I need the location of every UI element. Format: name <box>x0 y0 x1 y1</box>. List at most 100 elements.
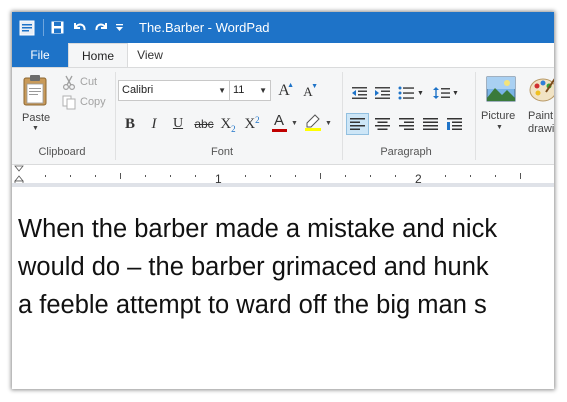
subscript-base: X <box>220 115 232 132</box>
ruler-tick <box>295 175 296 177</box>
bullets-button[interactable]: ▼ <box>396 83 426 103</box>
font-family-value: Calibri <box>122 84 154 96</box>
line-spacing-button[interactable]: ▼ <box>432 83 460 103</box>
tab-file[interactable]: File <box>12 43 68 67</box>
superscript-button[interactable]: X2 <box>242 114 262 134</box>
ruler-tick <box>370 175 371 177</box>
ruler-tick <box>245 175 246 177</box>
copy-button[interactable]: Copy <box>60 94 116 112</box>
ruler[interactable]: 1 2 <box>12 165 554 187</box>
ruler-ticks <box>45 173 521 179</box>
paste-icon <box>22 74 50 111</box>
chevron-down-icon: ▼ <box>452 89 459 97</box>
grow-font-button[interactable]: A ▲ <box>274 81 294 101</box>
ribbon-tabs: File Home View <box>12 43 554 67</box>
chevron-down-icon: ▼ <box>259 86 267 95</box>
ruler-tick <box>95 175 96 177</box>
increase-indent-icon <box>374 87 390 99</box>
copy-label: Copy <box>80 96 106 108</box>
group-separator <box>475 72 476 160</box>
group-separator <box>342 72 343 160</box>
justify-icon <box>422 118 438 130</box>
chevron-down-icon: ▼ <box>218 86 226 95</box>
subscript-button[interactable]: X2 <box>218 114 238 134</box>
paste-label: Paste <box>22 112 51 124</box>
bullet-list-icon <box>398 86 415 100</box>
clipboard-group-label: Clipboard <box>38 146 86 158</box>
redo-icon[interactable] <box>92 12 110 43</box>
decrease-indent-button[interactable] <box>348 83 370 103</box>
copy-icon <box>62 95 76 115</box>
justify-button[interactable] <box>419 114 441 134</box>
paragraph-settings-button[interactable] <box>443 114 465 134</box>
ruler-tick <box>145 175 146 177</box>
chevron-down-icon[interactable]: ▼ <box>291 120 298 127</box>
highlighter-icon <box>305 114 321 131</box>
title-bar: The.Barber - WordPad <box>12 12 554 43</box>
paint-drawing-label: Paint drawi <box>528 110 554 135</box>
increase-indent-button[interactable] <box>371 83 393 103</box>
align-center-icon <box>374 118 390 130</box>
font-family-select[interactable]: Calibri ▼ <box>118 80 230 101</box>
window-title: The.Barber - WordPad <box>139 20 270 35</box>
document-line-3: a feeble attempt to ward off the big man… <box>18 291 487 319</box>
strikethrough-button[interactable]: abc <box>192 114 216 134</box>
ruler-tick <box>45 175 46 177</box>
ruler-tick <box>520 173 521 179</box>
picture-icon <box>486 76 516 107</box>
caret-down-icon: ▼ <box>311 82 318 90</box>
font-size-select[interactable]: 11 ▼ <box>229 80 271 101</box>
document-line-1: When the barber made a mistake and nick <box>18 215 498 243</box>
font-color-glyph: A <box>273 111 284 129</box>
superscript-mark: 2 <box>255 114 260 125</box>
align-right-button[interactable] <box>395 114 417 134</box>
align-left-button[interactable] <box>346 113 369 135</box>
wordpad-window: The.Barber - WordPad File Home View Past… <box>12 12 554 389</box>
ruler-tick <box>170 175 171 177</box>
bold-button[interactable]: B <box>120 114 140 134</box>
font-size-value: 11 <box>233 84 245 96</box>
ruler-tick <box>395 175 396 177</box>
font-color-button[interactable]: A <box>268 112 290 132</box>
ruler-tick <box>195 175 196 177</box>
highlight-button[interactable] <box>302 112 324 132</box>
ruler-tick <box>470 175 471 177</box>
tab-view[interactable]: View <box>128 43 172 67</box>
align-left-icon <box>350 118 365 130</box>
line-spacing-icon <box>433 87 451 99</box>
undo-icon[interactable] <box>70 12 88 43</box>
italic-button[interactable]: I <box>144 114 164 134</box>
save-icon[interactable] <box>48 12 66 43</box>
cut-label: Cut <box>80 76 98 88</box>
document-area[interactable]: When the barber made a mistake and nick … <box>12 187 554 389</box>
align-right-icon <box>398 118 414 130</box>
shrink-font-button[interactable]: A ▼ <box>298 82 318 102</box>
caret-up-icon: ▲ <box>287 81 294 89</box>
paste-dropdown-icon: ▼ <box>32 125 39 132</box>
paragraph-group-label: Paragraph <box>380 146 432 158</box>
customize-dropdown-icon[interactable] <box>113 12 125 43</box>
group-separator <box>115 72 116 160</box>
ruler-tick <box>495 175 496 177</box>
app-icon[interactable] <box>16 12 38 43</box>
chevron-down-icon[interactable]: ▼ <box>325 120 332 127</box>
scissors-icon <box>62 75 76 95</box>
ruler-tick <box>320 173 321 179</box>
ruler-tick <box>270 175 271 177</box>
tab-home[interactable]: Home <box>68 43 128 67</box>
ruler-bar: 1 2 <box>12 169 554 186</box>
cut-button[interactable]: Cut <box>60 74 112 92</box>
ribbon: Paste ▼ Cut Copy Clipboard Calibri ▼ 11 … <box>12 67 554 165</box>
underline-button[interactable]: U <box>168 114 188 134</box>
picture-button[interactable]: Picture ▼ <box>479 72 523 146</box>
align-center-button[interactable] <box>371 114 393 134</box>
chevron-down-icon: ▼ <box>417 89 424 97</box>
picture-label: Picture <box>481 110 516 122</box>
ruler-tick <box>70 175 71 177</box>
font-color-swatch <box>271 128 287 132</box>
paste-button[interactable]: Paste ▼ <box>16 72 56 146</box>
subscript-mark: 2 <box>231 123 236 134</box>
document-line-2: would do – the barber grimaced and hunk <box>18 253 489 281</box>
ruler-tick <box>120 173 121 179</box>
paint-drawing-button[interactable]: Paint drawi <box>524 72 554 146</box>
